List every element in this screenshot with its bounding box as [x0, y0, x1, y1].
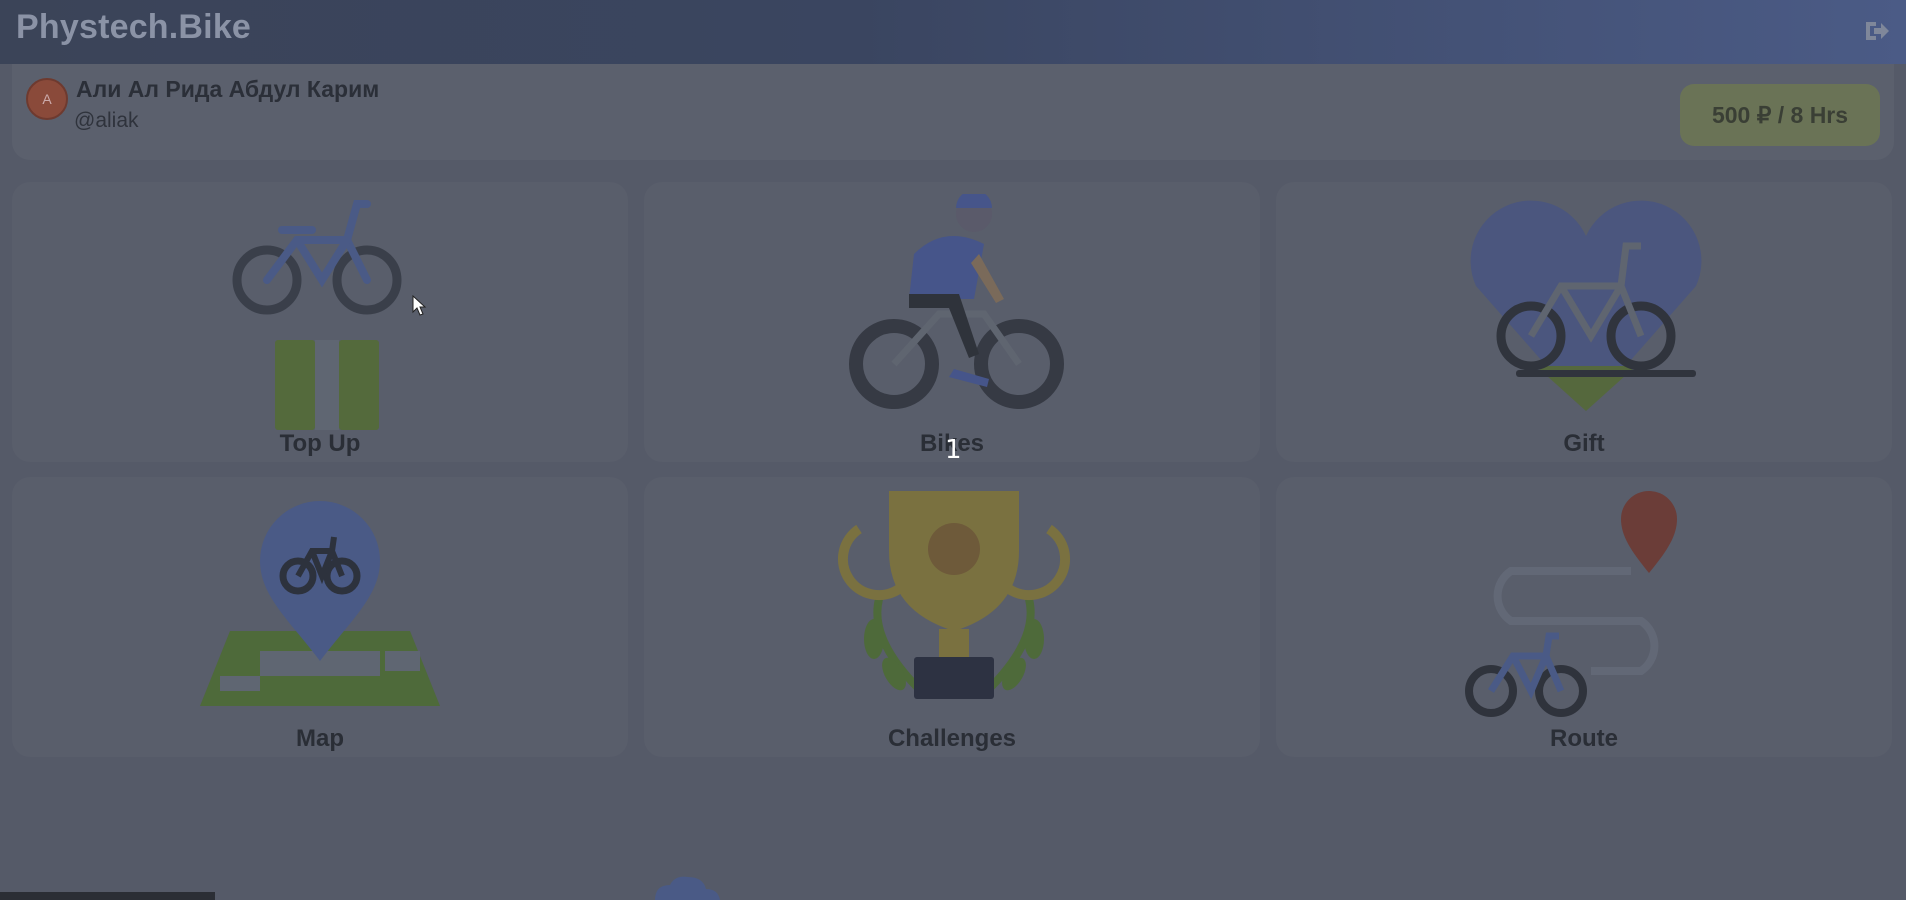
- mouse-pointer-icon: [412, 295, 427, 316]
- avatar[interactable]: A: [26, 78, 68, 120]
- user-name: Али Ал Рида Абдул Карим: [76, 76, 380, 102]
- top-bar: Phystеch.Bike: [0, 0, 1906, 64]
- status-strip: [0, 892, 215, 900]
- trophy-icon: [837, 491, 1071, 699]
- route-icon: [1465, 491, 1677, 717]
- cyclist-icon: [849, 194, 1064, 409]
- tile-label: Top Up: [279, 430, 361, 457]
- logout-icon[interactable]: [1862, 18, 1890, 44]
- tile-gift[interactable]: Gift: [1276, 182, 1892, 462]
- profile-card: A Али Ал Рида Абдул Карим @aliak 500 ₽ /…: [12, 64, 1894, 160]
- tile-label: Route: [1550, 725, 1618, 752]
- tile-bikes[interactable]: Bikes: [644, 182, 1260, 462]
- cloud-icon: [655, 876, 720, 900]
- tile-map[interactable]: Map: [12, 477, 628, 757]
- app-title: Phystеch.Bike: [16, 8, 252, 46]
- avatar-initial: A: [42, 91, 52, 107]
- tile-label: Map: [296, 725, 344, 752]
- cursor-number: 1: [945, 435, 962, 465]
- tile-label: Gift: [1563, 430, 1605, 457]
- map-pin-icon: [200, 501, 440, 706]
- tile-label: Challenges: [887, 725, 1017, 752]
- balance-label: 500 ₽ / 8 Hrs: [1711, 101, 1849, 128]
- bike-and-cash-icon: [232, 200, 402, 430]
- tile-challenges[interactable]: Challenges: [644, 477, 1260, 757]
- tile-route[interactable]: Route: [1276, 477, 1892, 757]
- tile-top-up[interactable]: Top Up: [12, 182, 628, 462]
- balance-button[interactable]: 500 ₽ / 8 Hrs: [1680, 84, 1880, 146]
- user-handle: @aliak: [74, 109, 139, 132]
- heart-bike-icon: [1470, 200, 1702, 411]
